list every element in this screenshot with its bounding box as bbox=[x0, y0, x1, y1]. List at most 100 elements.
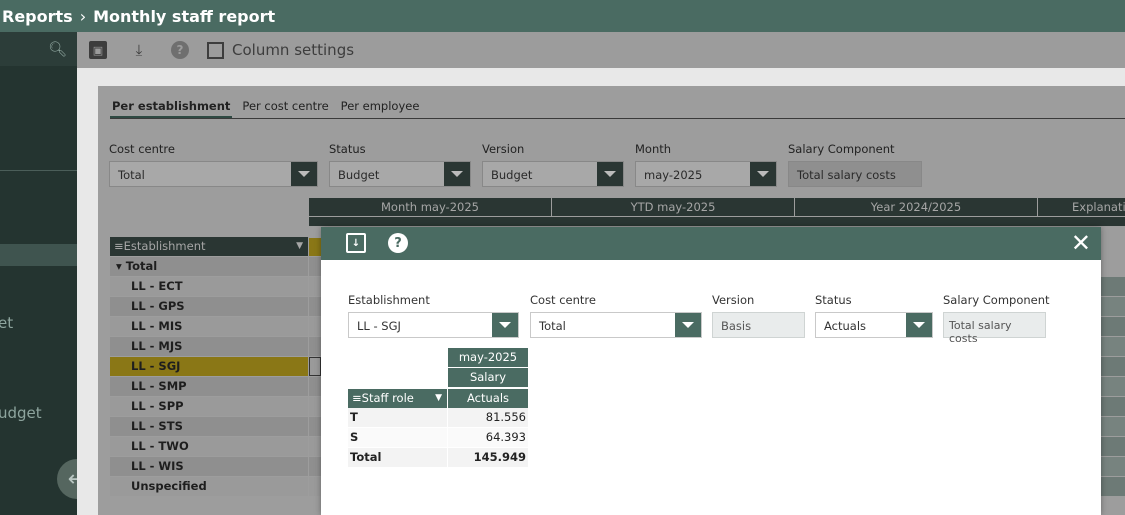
grid-cell bbox=[1101, 377, 1125, 396]
measure-header: Salary bbox=[448, 368, 528, 387]
toolbar: ▣ ⤓ ? Column settings bbox=[77, 32, 1125, 68]
menu-icon: ≡ bbox=[114, 239, 124, 253]
grid-cell bbox=[1101, 457, 1125, 476]
back-arrow-icon[interactable]: ← bbox=[57, 459, 77, 499]
table-row[interactable]: LL - STS bbox=[110, 417, 308, 436]
chevron-down-icon[interactable] bbox=[597, 162, 623, 186]
breadcrumb-parent[interactable]: Reports bbox=[2, 7, 73, 26]
sidebar-item-label[interactable]: udget bbox=[0, 404, 42, 422]
cost-centre-value: Total bbox=[118, 168, 145, 182]
page-title: Monthly staff report bbox=[93, 6, 276, 26]
collapse-caret-icon[interactable]: ▾ bbox=[116, 259, 122, 273]
modal-cost-centre-label: Cost centre bbox=[530, 293, 596, 307]
tab-per-establishment[interactable]: Per establishment bbox=[110, 99, 233, 119]
table-row-selected[interactable]: LL - SGJ bbox=[110, 357, 308, 376]
export-icon[interactable]: ⤓ bbox=[130, 41, 148, 59]
grid-cell bbox=[309, 297, 321, 316]
detail-modal: ↓ ? ✕ Establishment LL - SGJ Cost centre… bbox=[321, 227, 1101, 515]
search-icon[interactable]: 🔍︎ bbox=[48, 40, 67, 58]
table-row[interactable]: LL - ECT bbox=[110, 277, 308, 296]
modal-version-value: Basis bbox=[721, 319, 752, 333]
establishment-header-label: Establishment bbox=[123, 239, 206, 253]
modal-cost-centre-select[interactable]: Total bbox=[530, 312, 702, 338]
month-select[interactable]: may-2025 bbox=[635, 161, 777, 187]
status-label: Status bbox=[329, 142, 366, 156]
table-row[interactable]: LL - WIS bbox=[110, 457, 308, 476]
table-row[interactable]: LL - SPP bbox=[110, 397, 308, 416]
establishment-select[interactable]: LL - SGJ bbox=[348, 312, 519, 338]
grid-cell bbox=[309, 457, 321, 476]
tab-divider bbox=[110, 118, 1125, 119]
table-row-label: S bbox=[348, 428, 447, 447]
row-label: Total bbox=[125, 259, 158, 273]
sidebar-item-selected[interactable] bbox=[0, 244, 77, 266]
establishment-value: LL - SGJ bbox=[357, 319, 401, 333]
grid-cell bbox=[1101, 277, 1125, 296]
status-value: Budget bbox=[338, 168, 380, 182]
grid-cell bbox=[309, 377, 321, 396]
menu-icon: ≡ bbox=[352, 391, 362, 405]
salary-component-value: Total salary costs bbox=[797, 168, 896, 182]
chevron-down-icon[interactable] bbox=[291, 162, 317, 186]
cost-centre-select[interactable]: Total bbox=[109, 161, 318, 187]
table-row[interactable]: Unspecified bbox=[110, 477, 308, 496]
help-icon[interactable]: ? bbox=[388, 233, 408, 253]
modal-status-select[interactable]: Actuals bbox=[815, 312, 933, 338]
salary-component-label: Salary Component bbox=[788, 142, 895, 156]
sidebar-item-label[interactable]: et bbox=[0, 314, 13, 332]
grid-cell-highlight bbox=[309, 238, 321, 256]
column-settings-button[interactable]: Column settings bbox=[207, 41, 354, 59]
table-row[interactable]: LL - MIS bbox=[110, 317, 308, 336]
grid-subheader bbox=[309, 217, 1125, 226]
chevron-down-icon[interactable] bbox=[675, 313, 701, 337]
column-settings-label: Column settings bbox=[232, 41, 355, 59]
table-row-value: 81.556 bbox=[448, 408, 528, 427]
column-settings-icon bbox=[207, 41, 224, 59]
modal-salary-component-value: Total salary costs bbox=[949, 319, 1012, 345]
grid-cell bbox=[1101, 417, 1125, 436]
grid-cell bbox=[309, 417, 321, 436]
tab-per-employee[interactable]: Per employee bbox=[339, 99, 422, 119]
modal-version-field: Basis bbox=[712, 312, 805, 338]
grid-cell bbox=[309, 437, 321, 456]
table-row-label: T bbox=[348, 408, 447, 427]
top-bar: Reports › Monthly staff report bbox=[0, 0, 1125, 32]
table-row[interactable]: LL - SMP bbox=[110, 377, 308, 396]
table-total-label: Total bbox=[348, 448, 447, 467]
table-row[interactable]: LL - TWO bbox=[110, 437, 308, 456]
grid-cell bbox=[309, 357, 321, 376]
modal-header: ↓ ? ✕ bbox=[321, 227, 1101, 260]
chevron-down-icon[interactable] bbox=[444, 162, 470, 186]
tab-per-cost-centre[interactable]: Per cost centre bbox=[240, 99, 330, 119]
table-row[interactable]: LL - GPS bbox=[110, 297, 308, 316]
close-icon[interactable]: ✕ bbox=[1071, 229, 1091, 257]
grid-cell bbox=[309, 337, 321, 356]
caret-down-icon[interactable]: ▼ bbox=[435, 389, 442, 408]
sidebar-search[interactable]: 🔍︎ bbox=[0, 32, 77, 66]
grid-cell bbox=[1101, 297, 1125, 316]
table-row[interactable]: LL - MJS bbox=[110, 337, 308, 356]
grid-column-group: Year 2024/2025 bbox=[795, 198, 1037, 216]
staff-role-header[interactable]: ≡Staff role ▼ bbox=[348, 389, 447, 408]
sidebar-divider bbox=[0, 170, 77, 171]
save-icon[interactable]: ▣ bbox=[89, 41, 107, 59]
report-tabs: Per establishment Per cost centre Per em… bbox=[110, 99, 429, 119]
modal-salary-component-field: Total salary costs bbox=[943, 312, 1046, 345]
version-select[interactable]: Budget bbox=[482, 161, 624, 187]
grid-cell bbox=[1101, 437, 1125, 456]
grid-column-group: YTD may-2025 bbox=[552, 198, 794, 216]
modal-version-label: Version bbox=[712, 293, 755, 307]
chevron-down-icon[interactable] bbox=[492, 313, 518, 337]
chevron-down-icon[interactable] bbox=[906, 313, 932, 337]
export-icon[interactable]: ↓ bbox=[346, 233, 366, 253]
status-select[interactable]: Budget bbox=[329, 161, 471, 187]
establishment-column-header[interactable]: ≡Establishment ▼ bbox=[110, 237, 308, 256]
grid-cell bbox=[1101, 357, 1125, 376]
help-icon[interactable]: ? bbox=[171, 41, 189, 59]
caret-down-icon[interactable]: ▼ bbox=[296, 237, 303, 256]
table-total-value: 145.949 bbox=[448, 448, 528, 467]
chevron-down-icon[interactable] bbox=[750, 162, 776, 186]
table-row[interactable]: ▾ Total bbox=[110, 257, 308, 276]
grid-cell bbox=[1101, 337, 1125, 356]
establishment-label: Establishment bbox=[348, 293, 430, 307]
